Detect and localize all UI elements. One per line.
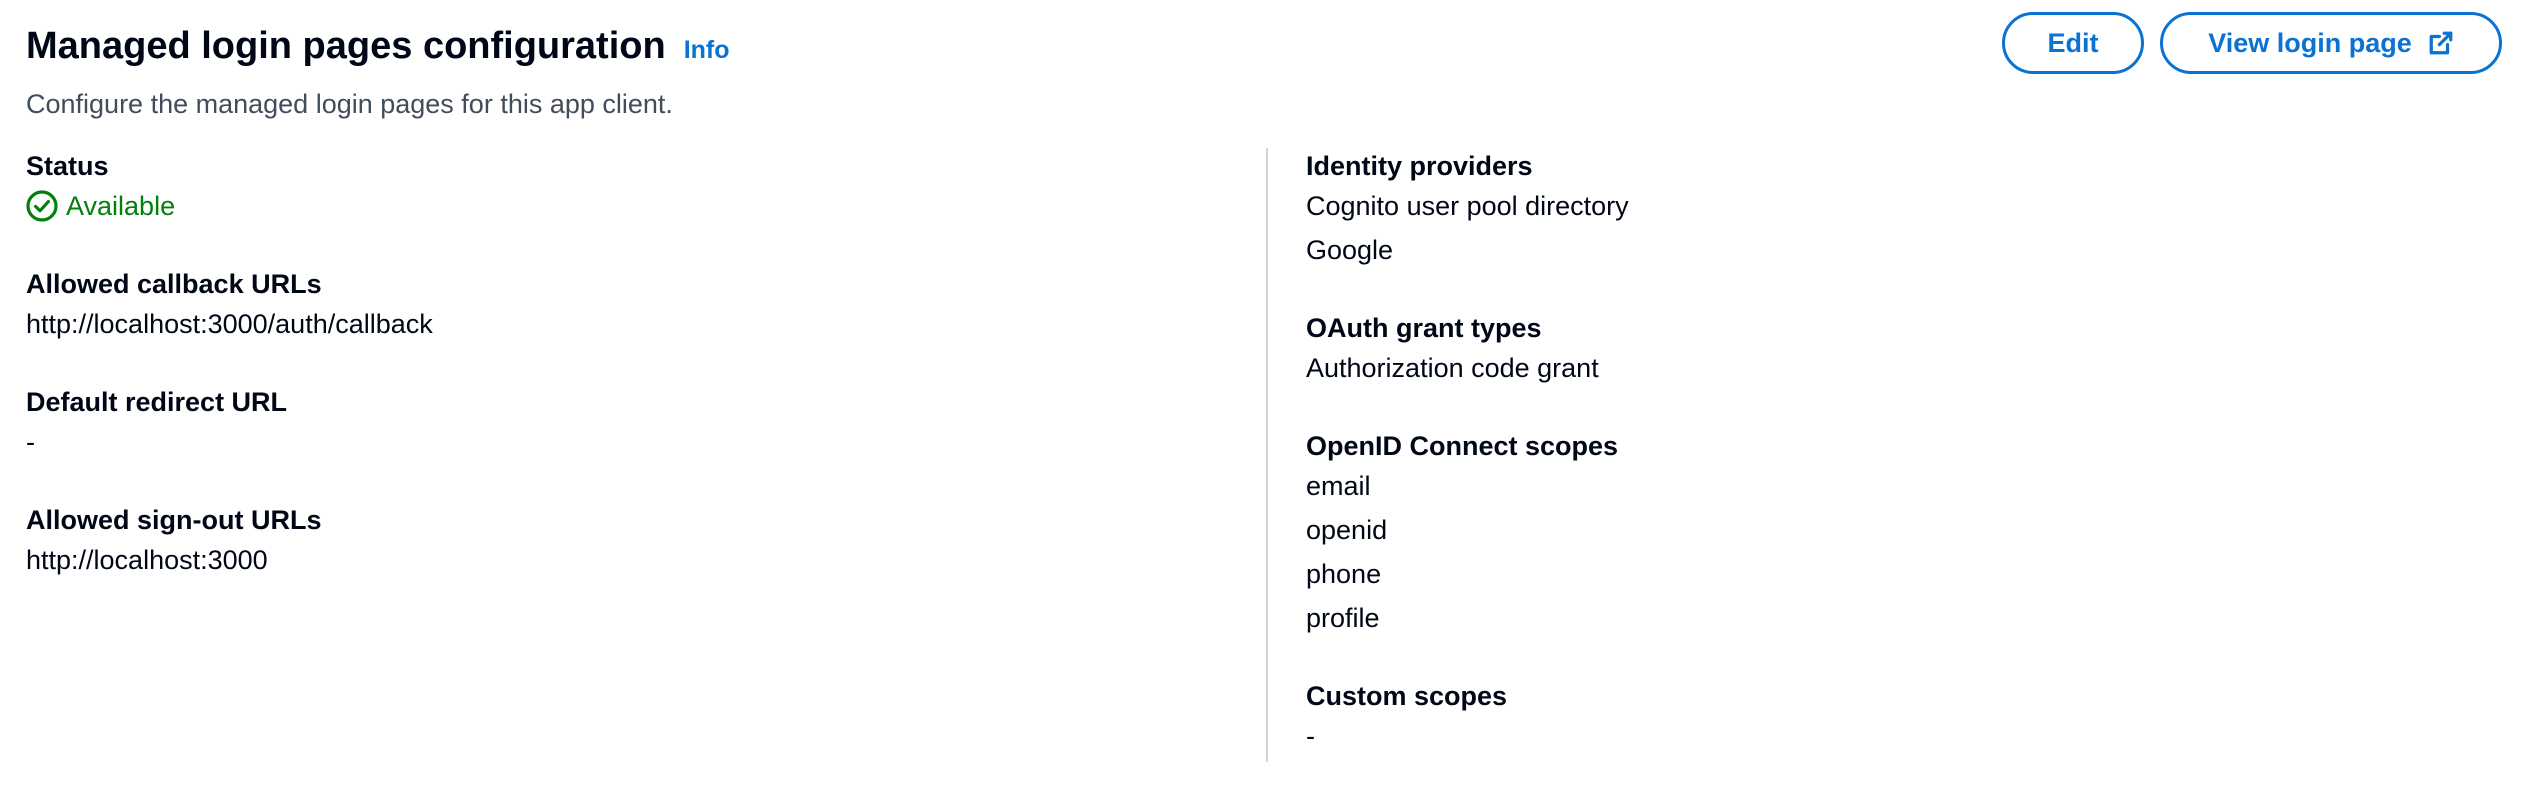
status-label: Status <box>26 151 109 181</box>
default-redirect-field: Default redirect URL - <box>26 384 1226 464</box>
page-title: Managed login pages configuration <box>26 25 666 67</box>
identity-providers-label: Identity providers <box>1306 151 1533 181</box>
openid-scope-item: profile <box>1306 603 1380 633</box>
identity-provider-item: Google <box>1306 235 1394 265</box>
callback-url-item: http://localhost:3000/auth/callback <box>26 309 433 339</box>
signout-urls-field: Allowed sign-out URLs http://localhost:3… <box>26 502 1226 582</box>
page-header: Managed login pages configuration Info C… <box>26 12 2502 128</box>
callback-urls-label: Allowed callback URLs <box>26 269 322 299</box>
header-actions: Edit View login page <box>2002 12 2502 74</box>
openid-scopes-label: OpenID Connect scopes <box>1306 431 1619 461</box>
status-field: Status Available <box>26 148 1226 228</box>
signout-url-item: http://localhost:3000 <box>26 545 268 575</box>
check-circle-icon <box>26 190 58 222</box>
edit-button-label: Edit <box>2047 27 2099 58</box>
right-column: Identity providers Cognito user pool dir… <box>1306 148 2486 796</box>
openid-scope-item: phone <box>1306 559 1382 589</box>
callback-urls-field: Allowed callback URLs http://localhost:3… <box>26 266 1226 346</box>
oauth-grant-type-item: Authorization code grant <box>1306 353 1599 383</box>
status-indicator: Available <box>26 184 1226 228</box>
signout-urls-label: Allowed sign-out URLs <box>26 505 322 535</box>
custom-scopes-label: Custom scopes <box>1306 681 1508 711</box>
openid-scopes-field: OpenID Connect scopes email openid phone… <box>1306 428 2486 640</box>
openid-scope-item: openid <box>1306 515 1388 545</box>
external-link-icon <box>2428 30 2454 56</box>
openid-scope-item: email <box>1306 471 1371 501</box>
edit-button[interactable]: Edit <box>2002 12 2144 74</box>
identity-providers-field: Identity providers Cognito user pool dir… <box>1306 148 2486 272</box>
identity-provider-item: Cognito user pool directory <box>1306 191 1629 221</box>
info-link[interactable]: Info <box>684 36 730 65</box>
default-redirect-value: - <box>26 427 35 457</box>
oauth-grant-types-field: OAuth grant types Authorization code gra… <box>1306 310 2486 390</box>
oauth-grant-types-label: OAuth grant types <box>1306 313 1542 343</box>
column-divider <box>1266 148 1268 762</box>
left-column: Status Available Allowed callback URLs h… <box>26 148 1226 620</box>
page-description: Configure the managed login pages for th… <box>26 89 673 119</box>
status-value: Available <box>66 191 176 221</box>
custom-scopes-value: - <box>1306 721 1315 751</box>
custom-scopes-field: Custom scopes - <box>1306 678 2486 758</box>
view-login-page-label: View login page <box>2208 27 2412 58</box>
view-login-page-button[interactable]: View login page <box>2160 12 2502 74</box>
default-redirect-label: Default redirect URL <box>26 387 288 417</box>
